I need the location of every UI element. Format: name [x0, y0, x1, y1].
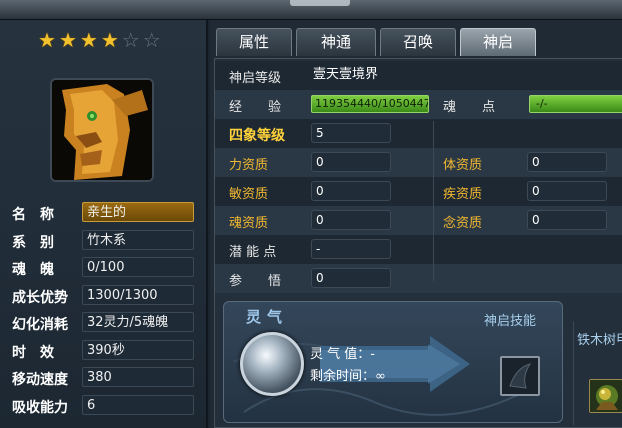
detail-panel: 属性 神通 召唤 神启 神启等级 壹天壹境界 经 验 119354440/105… [210, 20, 622, 428]
soul-label: 魂 点 [443, 100, 496, 115]
lingqi-orb [240, 332, 304, 396]
attribute-label: 魂 魄 [12, 262, 54, 278]
shenqi-content: 神启等级 壹天壹境界 经 验 119354440/105044731 魂 点 -… [214, 58, 622, 428]
attribute-row: 幻化消耗 32灵力/5魂魄 [10, 312, 198, 334]
exp-bar: 119354440/105044731 [311, 95, 429, 113]
attribute-row: 成长优势 1300/1300 [10, 284, 198, 307]
lingqi-title: 灵气 [246, 308, 289, 326]
attribute-value: 6 [82, 394, 194, 415]
skill-separator [573, 321, 574, 425]
star-filled-icon: ★ [38, 28, 56, 52]
shenqi-level-row: 神启等级 壹天壹境界 [215, 61, 622, 90]
star-rating: ★ ★ ★ ★ ☆ ☆ [38, 30, 161, 50]
lingqi-box: 灵气 灵 气 值：- 剩余时间：∞ 神启技能 [223, 301, 563, 423]
sixiang-row: 四象等级 5 [215, 119, 622, 148]
attribute-row: 名 称 亲生的 [10, 202, 198, 224]
min-label: 敏资质 [229, 187, 269, 202]
star-empty-icon: ☆ [142, 28, 161, 52]
attribute-value: 32灵力/5魂魄 [82, 312, 194, 332]
pet-info-panel: ★ ★ ★ ★ ☆ ☆ 名 称亲生的系 别竹木系魂 魄 0/100 成长优势 1300/1300… [0, 20, 208, 428]
canwu-value: 0 [311, 268, 391, 288]
attribute-label: 成长优势 [12, 289, 68, 306]
li-value: 0 [311, 152, 391, 172]
tab-bar: 属性 神通 召唤 神启 [216, 28, 536, 56]
nian-label: 念资质 [443, 216, 483, 231]
ji-value: 0 [527, 181, 607, 201]
window-title-ornament [290, 0, 350, 6]
attribute-value: 1300/1300 [82, 284, 194, 305]
qianneng-value: - [311, 239, 391, 259]
shenqi-skill-slot[interactable] [500, 356, 540, 396]
min-value: 0 [311, 181, 391, 201]
attribute-row: 时 效 390秒 [10, 339, 198, 362]
lingqi-value: 灵 气 值：- [310, 347, 375, 362]
attribute-label: 时 效 [12, 344, 54, 361]
star-filled-icon: ★ [100, 28, 119, 52]
soul-value: -/- [536, 97, 548, 110]
attribute-value: 380 [82, 367, 194, 387]
attribute-value: 竹木系 [82, 229, 194, 250]
star-empty-icon: ☆ [121, 28, 140, 52]
attribute-label: 移动速度 [12, 372, 68, 388]
attribute-label: 幻化消耗 [12, 317, 68, 333]
ti-label: 体资质 [443, 158, 483, 173]
min-ji-row: 敏资质 0 疾资质 0 [215, 177, 622, 206]
exp-label: 经 验 [229, 100, 282, 115]
lingqi-info: 灵 气 值：- 剩余时间：∞ [310, 344, 386, 388]
li-label: 力资质 [229, 158, 269, 173]
qianneng-label: 潜 能 点 [229, 245, 277, 260]
exp-value: 119354440/105044731 [315, 97, 428, 110]
hun-value: 0 [311, 210, 391, 230]
attribute-label: 吸收能力 [12, 399, 68, 416]
attribute-value: 0/100 [82, 257, 194, 277]
exp-row: 经 验 119354440/105044731 魂 点 -/- [215, 90, 622, 119]
star-filled-icon: ★ [79, 28, 98, 52]
tab-abilities[interactable]: 神通 [296, 28, 376, 56]
tab-summon[interactable]: 召唤 [380, 28, 456, 56]
shenqi-level-value: 壹天壹境界 [313, 67, 379, 82]
tree-armor-title: 铁木树甲 [577, 333, 622, 348]
nian-value: 0 [527, 210, 607, 230]
tree-creature-image [52, 80, 152, 180]
pet-portrait [50, 78, 154, 182]
hun-label: 魂资质 [229, 216, 269, 231]
shenqi-level-label: 神启等级 [229, 71, 282, 86]
sixiang-value: 5 [311, 123, 391, 143]
soul-bar: -/- [529, 95, 622, 113]
tab-attributes[interactable]: 属性 [216, 28, 292, 56]
attribute-row: 吸收能力 6 [10, 394, 198, 417]
tree-armor-icon[interactable] [589, 379, 622, 413]
attribute-row: 魂 魄 0/100 [10, 257, 198, 279]
lingqi-time: 剩余时间：∞ [310, 369, 386, 384]
attribute-row: 系 别 竹木系 [10, 229, 198, 252]
skill-icon [502, 358, 538, 394]
pet-name-field[interactable]: 亲生的 [82, 202, 194, 222]
star-filled-icon: ★ [58, 28, 77, 52]
canwu-row: 参 悟 0 [215, 264, 622, 293]
attribute-row: 移动速度 380 [10, 367, 198, 389]
ti-value: 0 [527, 152, 607, 172]
sixiang-label: 四象等级 [229, 128, 285, 144]
attribute-label: 名 称 [12, 207, 54, 223]
window-titlebar [0, 0, 622, 20]
tree-armor-image [590, 380, 622, 412]
tab-shenqi[interactable]: 神启 [460, 28, 536, 56]
attribute-label: 系 别 [12, 234, 54, 251]
shenqi-skill-title: 神启技能 [484, 314, 537, 329]
hun-nian-row: 魂资质 0 念资质 0 [215, 206, 622, 235]
column-divider [433, 121, 434, 281]
qianneng-row: 潜 能 点 - [215, 235, 622, 264]
attribute-value: 390秒 [82, 339, 194, 360]
li-ti-row: 力资质 0 体资质 0 [215, 148, 622, 177]
ji-label: 疾资质 [443, 187, 483, 202]
canwu-label: 参 悟 [229, 274, 282, 289]
